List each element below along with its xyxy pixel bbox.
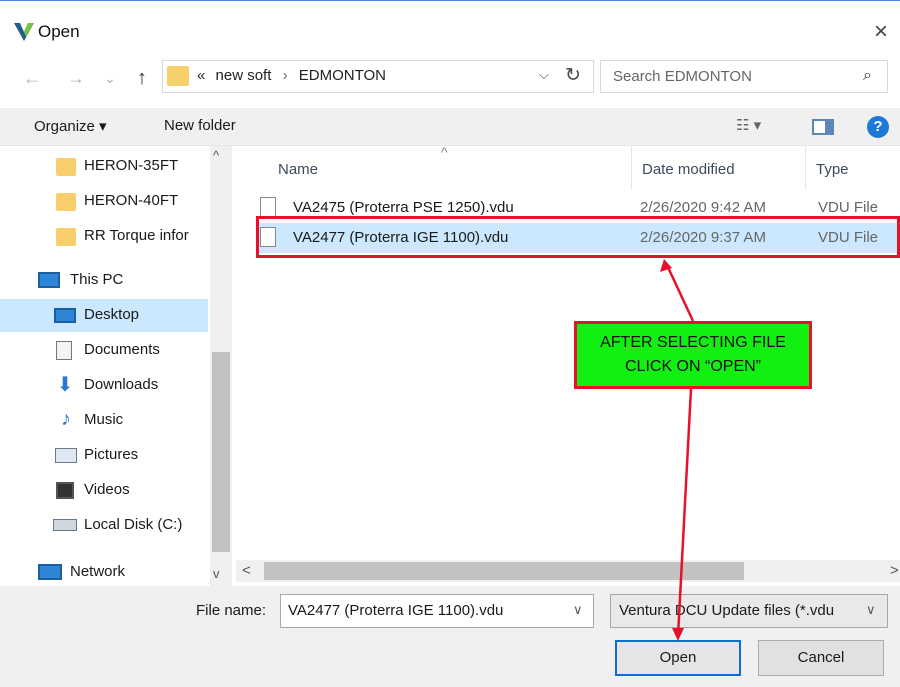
- search-icon: ⌕: [863, 67, 872, 84]
- app-logo-icon: [14, 23, 34, 41]
- refresh-icon[interactable]: ↻: [565, 64, 581, 87]
- scroll-right-icon[interactable]: >: [890, 562, 899, 579]
- pictures-icon: [55, 448, 77, 463]
- window-title: Open: [38, 22, 80, 41]
- folder-icon: [56, 158, 76, 176]
- sidebar-item-label: Network: [70, 563, 126, 580]
- sidebar-item-rr-torque[interactable]: RR Torque infor: [0, 220, 208, 253]
- horizontal-scrollbar[interactable]: < >: [236, 560, 900, 582]
- network-icon: [38, 564, 62, 580]
- music-icon: ♪: [61, 408, 71, 430]
- up-arrow-icon[interactable]: ↑: [130, 66, 154, 90]
- sidebar-item-documents[interactable]: Documents: [0, 334, 208, 367]
- annotation-highlight-box: [256, 216, 900, 258]
- annotation-line: AFTER SELECTING FILE: [600, 334, 786, 351]
- column-header-type[interactable]: Type: [816, 161, 849, 178]
- file-icon: [260, 197, 276, 217]
- sidebar-item-label: Documents: [84, 341, 160, 358]
- help-icon[interactable]: ?: [867, 116, 889, 138]
- sidebar-item-label: Pictures: [84, 446, 139, 463]
- column-header-name[interactable]: Name: [278, 161, 318, 178]
- sidebar-item-videos[interactable]: Videos: [0, 474, 208, 507]
- sidebar-scroll-thumb[interactable]: [212, 352, 230, 552]
- sidebar-item-music[interactable]: ♪ Music: [0, 404, 208, 437]
- file-type: VDU File: [818, 199, 879, 216]
- file-type-value: Ventura DCU Update files (*.vdu: [619, 602, 835, 619]
- folder-icon: [56, 228, 76, 246]
- sidebar-item-pictures[interactable]: Pictures: [0, 439, 208, 472]
- breadcrumb: « new soft › EDMONTON: [197, 67, 386, 84]
- desktop-icon: [54, 308, 76, 323]
- folder-icon: [56, 193, 76, 211]
- horizontal-scroll-thumb[interactable]: [264, 562, 744, 580]
- drive-icon: [53, 519, 77, 531]
- column-header-date-modified[interactable]: Date modified: [642, 161, 735, 178]
- scroll-left-icon[interactable]: <: [242, 562, 251, 579]
- search-input[interactable]: Search EDMONTON ⌕: [600, 60, 888, 93]
- chevron-down-icon[interactable]: ∨: [573, 602, 583, 618]
- sidebar-item-label: Videos: [84, 481, 130, 498]
- bottom-bar: File name: VA2477 (Proterra IGE 1100).vd…: [0, 586, 900, 687]
- sidebar-item-label: HERON-40FT: [84, 192, 179, 209]
- change-view-icon[interactable]: ☷ ▾: [736, 116, 761, 134]
- forward-arrow-icon[interactable]: →: [64, 66, 88, 90]
- sidebar-item-label: Downloads: [84, 376, 159, 393]
- preview-pane-icon[interactable]: [812, 119, 834, 135]
- sidebar-item-heron-35ft[interactable]: HERON-35FT: [0, 150, 208, 183]
- address-bar[interactable]: « new soft › EDMONTON ⌵ ↻: [162, 60, 594, 93]
- annotation-line: CLICK ON “OPEN”: [624, 358, 761, 375]
- chevron-down-icon[interactable]: ∨: [866, 602, 876, 618]
- organize-button[interactable]: Organize ▾: [34, 117, 107, 135]
- sidebar-item-heron-40ft[interactable]: HERON-40FT: [0, 185, 208, 218]
- column-divider[interactable]: [805, 146, 806, 190]
- pc-icon: [38, 272, 60, 288]
- sidebar-item-network[interactable]: Network: [0, 556, 208, 589]
- annotation-callout: AFTER SELECTING FILE CLICK ON “OPEN”: [574, 321, 812, 389]
- scroll-down-icon[interactable]: v: [213, 566, 220, 581]
- sidebar-item-local-disk[interactable]: Local Disk (C:): [0, 509, 208, 542]
- toolbar: Organize ▾ New folder ☷ ▾ ?: [0, 108, 900, 146]
- file-date: 2/26/2020 9:42 AM: [640, 199, 766, 216]
- file-name: VA2475 (Proterra PSE 1250).vdu: [293, 199, 514, 216]
- file-type-select[interactable]: Ventura DCU Update files (*.vdu ∨: [610, 594, 888, 628]
- breadcrumb-overflow[interactable]: «: [197, 67, 205, 84]
- breadcrumb-separator-icon: ›: [282, 67, 288, 84]
- navigation-pane: HERON-35FT HERON-40FT RR Torque infor Th…: [0, 146, 232, 586]
- folder-icon: [167, 66, 189, 86]
- file-name-value: VA2477 (Proterra IGE 1100).vdu: [288, 602, 504, 619]
- sidebar-item-label: RR Torque infor: [84, 227, 189, 244]
- recent-locations-chevron-icon[interactable]: ⌄: [98, 66, 122, 90]
- sidebar-item-label: Desktop: [84, 306, 140, 323]
- sidebar-item-label: This PC: [70, 271, 124, 288]
- documents-icon: [56, 341, 72, 360]
- sidebar-item-label: HERON-35FT: [84, 157, 179, 174]
- title-bar: Open ×: [0, 0, 900, 60]
- videos-icon: [56, 482, 74, 499]
- search-placeholder: Search EDMONTON: [613, 68, 752, 85]
- sidebar-item-desktop[interactable]: Desktop: [0, 299, 208, 332]
- breadcrumb-item[interactable]: EDMONTON: [299, 67, 386, 84]
- sidebar-item-label: Music: [84, 411, 124, 428]
- sort-ascending-icon: ^: [441, 144, 448, 160]
- downloads-icon: ⬇: [56, 374, 74, 396]
- file-name-label: File name:: [196, 602, 267, 619]
- sidebar-item-this-pc[interactable]: This PC: [0, 264, 208, 297]
- breadcrumb-item[interactable]: new soft: [216, 67, 272, 84]
- scroll-up-icon[interactable]: ^: [213, 148, 219, 163]
- column-divider[interactable]: [631, 146, 632, 190]
- new-folder-button[interactable]: New folder: [164, 117, 236, 134]
- address-dropdown-icon[interactable]: ⌵: [539, 67, 549, 83]
- open-button[interactable]: Open: [615, 640, 741, 676]
- sidebar-item-downloads[interactable]: ⬇ Downloads: [0, 369, 208, 402]
- back-arrow-icon[interactable]: ←: [20, 66, 44, 90]
- cancel-button[interactable]: Cancel: [758, 640, 884, 676]
- file-name-field[interactable]: VA2477 (Proterra IGE 1100).vdu ∨: [280, 594, 594, 628]
- sidebar-item-label: Local Disk (C:): [84, 516, 183, 533]
- close-button[interactable]: ×: [866, 17, 896, 47]
